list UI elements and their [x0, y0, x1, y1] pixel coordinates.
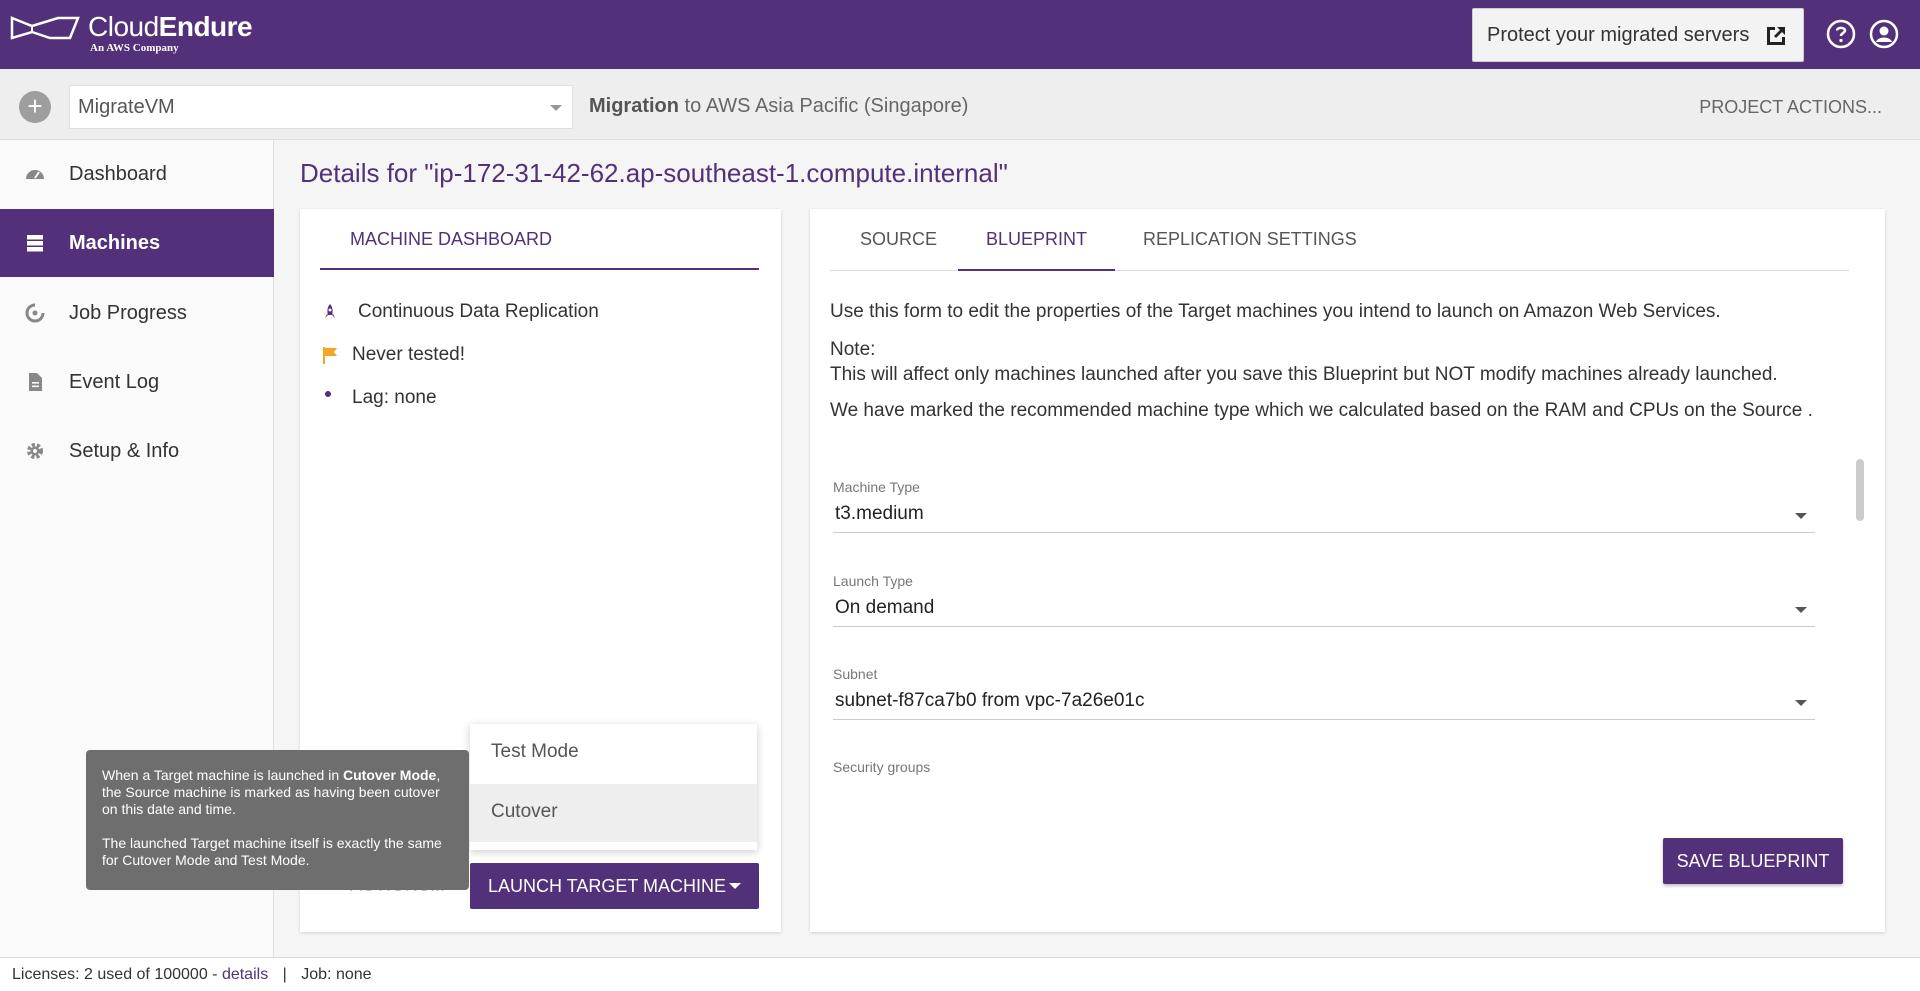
- field-value: t3.medium: [835, 503, 924, 524]
- status-text: Continuous Data Replication: [358, 301, 599, 322]
- dropdown-item-cutover[interactable]: Cutover: [470, 784, 757, 842]
- job-value: none: [335, 966, 372, 983]
- gear-icon: [27, 443, 43, 459]
- field-value: subnet-f87ca7b0 from vpc-7a26e01c: [835, 690, 1145, 711]
- user-icon[interactable]: [1868, 18, 1900, 50]
- machine-type-field: Machine Type t3.medium: [833, 479, 1815, 533]
- protect-migrated-servers-button[interactable]: Protect your migrated servers: [1472, 8, 1804, 62]
- sidebar-item-label: Setup & Info: [69, 439, 180, 462]
- field-value: On demand: [835, 597, 935, 618]
- progress-icon: [25, 303, 45, 323]
- project-bar: + MigrateVM Migration to AWS Asia Pacifi…: [0, 69, 1920, 140]
- chevron-down-icon: [550, 105, 562, 111]
- field-label: Launch Type: [833, 573, 913, 589]
- note-text: This will affect only machines launched …: [830, 364, 1778, 385]
- rocket-icon: [325, 304, 335, 318]
- status-lag: Lag: none: [320, 387, 437, 409]
- logo-text-bold: Endure: [158, 11, 253, 42]
- document-icon: [29, 373, 42, 391]
- sidebar-item-dashboard[interactable]: Dashboard: [0, 140, 274, 208]
- note-label: Note:: [830, 339, 876, 360]
- caret-down-icon: [729, 883, 741, 889]
- external-link-icon: [1767, 27, 1785, 45]
- dot-icon: [325, 391, 331, 397]
- recommendation-text: We have marked the recommended machine t…: [830, 400, 1813, 421]
- blueprint-intro: Use this form to edit the properties of …: [830, 301, 1721, 322]
- cutover-tooltip: When a Target machine is launched in Cut…: [86, 750, 469, 890]
- protect-button-label: Protect your migrated servers: [1487, 23, 1750, 46]
- launch-type-field: Launch Type On demand: [833, 573, 1815, 627]
- logo-subtitle: An AWS Company: [90, 42, 179, 54]
- status-replication: Continuous Data Replication: [320, 301, 599, 323]
- status-test: Never tested!: [320, 344, 465, 366]
- subnet-field: Subnet subnet-f87ca7b0 from vpc-7a26e01c: [833, 666, 1815, 720]
- licenses-label: Licenses:: [12, 966, 80, 983]
- blueprint-tabs: SOURCE BLUEPRINT REPLICATION SETTINGS: [830, 209, 1849, 271]
- chevron-down-icon: [1795, 700, 1807, 706]
- licenses-value: 2 used of 100000 -: [84, 966, 218, 983]
- machine-type-select[interactable]: t3.medium: [833, 501, 1815, 533]
- field-label: Machine Type: [833, 479, 920, 495]
- field-label: Security groups: [833, 759, 931, 775]
- field-label: Subnet: [833, 666, 878, 682]
- launch-button-label: LAUNCH TARGET MACHINE: [488, 876, 727, 896]
- page-title: Details for "ip-172-31-42-62.ap-southeas…: [300, 158, 1008, 188]
- scrollbar[interactable]: [1856, 459, 1864, 521]
- status-text: Lag: none: [352, 387, 437, 408]
- tab-replication-settings[interactable]: REPLICATION SETTINGS: [1143, 209, 1357, 271]
- sidebar-item-label: Machines: [69, 231, 161, 254]
- subnet-select[interactable]: subnet-f87ca7b0 from vpc-7a26e01c: [833, 688, 1815, 720]
- chevron-down-icon: [1795, 513, 1807, 519]
- sidebar-item-event-log[interactable]: Event Log: [0, 348, 274, 416]
- sidebar-item-setup-info[interactable]: Setup & Info: [0, 417, 274, 485]
- server-icon: [27, 235, 43, 252]
- tab-machine-dashboard[interactable]: MACHINE DASHBOARD: [320, 209, 759, 270]
- sidebar-item-machines[interactable]: Machines: [0, 209, 274, 277]
- cloudendure-logo[interactable]: CloudEndure An AWS Company: [10, 11, 253, 54]
- status-separator: |: [282, 966, 287, 983]
- status-bar: Licenses: 2 used of 100000 - details | J…: [0, 957, 1920, 991]
- project-select[interactable]: MigrateVM: [69, 85, 573, 129]
- flag-icon: [323, 347, 337, 364]
- launch-mode-dropdown: Test Mode Cutover: [470, 724, 757, 850]
- tab-blueprint[interactable]: BLUEPRINT: [958, 209, 1116, 271]
- help-icon[interactable]: [1825, 18, 1857, 50]
- tab-source[interactable]: SOURCE: [860, 209, 937, 271]
- migration-target-label: Migration to AWS Asia Pacific (Singapore…: [589, 95, 969, 117]
- logo-text-regular: Cloud: [88, 11, 159, 42]
- chevron-down-icon: [1795, 607, 1807, 613]
- launch-target-machine-button[interactable]: LAUNCH TARGET MACHINE: [470, 863, 759, 909]
- sidebar-item-job-progress[interactable]: Job Progress: [0, 279, 274, 347]
- dropdown-item-test-mode[interactable]: Test Mode: [470, 724, 757, 782]
- licenses-details-link[interactable]: details: [222, 966, 268, 983]
- tooltip-paragraph-2: The launched Target machine itself is ex…: [102, 835, 442, 868]
- top-bar: CloudEndure An AWS Company Protect your …: [0, 0, 1920, 69]
- security-groups-field: Security groups: [833, 759, 1815, 775]
- project-name: MigrateVM: [78, 96, 175, 118]
- job-label: Job:: [301, 966, 332, 983]
- add-project-button[interactable]: +: [19, 91, 51, 123]
- gauge-icon: [26, 170, 44, 179]
- project-actions-button[interactable]: PROJECT ACTIONS...: [1699, 97, 1882, 118]
- blueprint-card: SOURCE BLUEPRINT REPLICATION SETTINGS Us…: [810, 209, 1885, 932]
- launch-type-select[interactable]: On demand: [833, 595, 1815, 627]
- sidebar-item-label: Job Progress: [69, 301, 187, 324]
- cloudendure-logo-icon: [10, 16, 80, 40]
- sidebar-item-label: Event Log: [69, 370, 160, 393]
- sidebar-item-label: Dashboard: [69, 162, 167, 185]
- status-text: Never tested!: [352, 344, 465, 365]
- tooltip-paragraph-1: When a Target machine is launched in Cut…: [102, 767, 441, 817]
- save-blueprint-button[interactable]: SAVE BLUEPRINT: [1663, 838, 1843, 884]
